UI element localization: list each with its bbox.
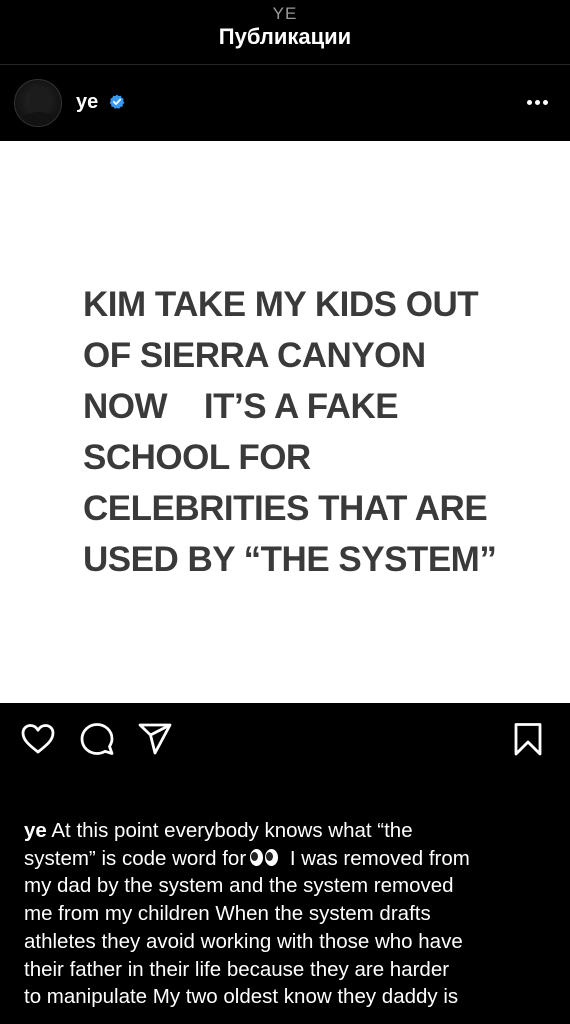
paper-plane-icon[interactable] [137,721,173,757]
account-name: YE [272,4,298,23]
caption-line: their father in their life because they … [24,957,450,981]
caption-line: athletes they avoid working with those w… [24,929,463,953]
post-username[interactable]: ye [76,91,98,114]
caption-line: to manipulate My two oldest know they da… [24,985,459,1009]
more-options-icon[interactable] [520,87,556,117]
caption-line: system” is code word for I was removed f… [24,845,554,873]
post-caption: ye At this point everybody knows what “t… [24,817,554,1011]
post-actions [0,703,570,775]
heart-icon[interactable] [20,721,56,757]
caption-text: At this point everybody knows what “the [46,819,413,842]
bookmark-icon[interactable] [510,721,546,757]
image-text-line: SCHOOL FOR [83,438,311,477]
top-header: YE Публикации [0,0,570,64]
avatar-shoulders [20,112,58,126]
image-text-line: NOW IT’S A FAKE [83,387,399,426]
page-title: Публикации [218,24,352,49]
image-text-line: USED BY “THE SYSTEM” [83,540,497,579]
avatar[interactable] [14,79,62,127]
image-text-line: OF SIERRA CANYON [83,336,426,375]
caption-line: me from my children When the system draf… [24,902,431,926]
caption-username[interactable]: ye [24,819,47,842]
comment-bubble-icon[interactable] [79,721,115,757]
post-header: ye [0,65,570,141]
eyes-emoji [250,848,280,867]
caption-line: ye At this point everybody knows what “t… [24,817,554,845]
caption-line: my dad by the system and the system remo… [24,874,454,898]
image-text-line: CELEBRITIES THAT ARE [83,489,488,528]
avatar-face [29,88,49,114]
image-text-line: KIM TAKE MY KIDS OUT [83,285,479,324]
verified-badge-icon [109,94,125,109]
caption-text: I was removed from [284,846,470,870]
caption-text: system” is code word for [24,846,247,870]
